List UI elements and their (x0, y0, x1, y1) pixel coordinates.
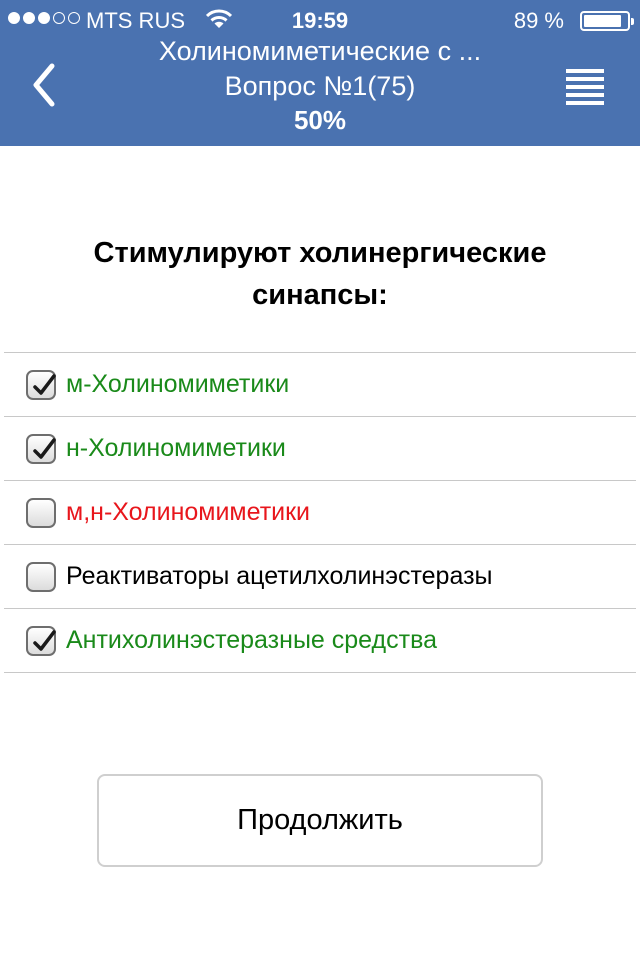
checkbox[interactable] (26, 497, 56, 528)
checkmark-icon (33, 629, 56, 651)
battery-nub (631, 18, 634, 25)
checkbox[interactable] (26, 625, 56, 656)
checkbox[interactable] (26, 369, 56, 400)
progress-percent: 50% (293, 105, 347, 135)
answer-option[interactable]: Реактиваторы ацетилхолинэстеразы (4, 545, 636, 609)
checkbox[interactable] (26, 433, 56, 464)
question-text: Стимулируют холинергические синапсы: (93, 237, 547, 311)
navigation-header: MTS RUS 19:59 89 % Холиномиметические с … (0, 0, 640, 146)
chevron-left-icon (33, 63, 55, 107)
answer-option-label: н-Холиномиметики (66, 434, 286, 462)
status-bar: MTS RUS 19:59 89 % (0, 0, 640, 40)
menu-button[interactable] (560, 66, 610, 106)
answer-option-label: м-Холиномиметики (66, 370, 290, 398)
continue-button[interactable]: Продолжить (97, 774, 543, 867)
checkmark-icon (33, 437, 56, 459)
checkmark-icon (33, 373, 56, 395)
answer-option-label: Реактиваторы ацетилхолинэстеразы (66, 562, 493, 590)
answer-option-label: м,н-Холиномиметики (66, 498, 311, 526)
answer-option[interactable]: Антихолинэстеразные средства (4, 609, 636, 673)
battery-icon (580, 11, 634, 31)
back-button[interactable] (24, 60, 68, 110)
answer-option[interactable]: м-Холиномиметики (4, 353, 636, 417)
answer-option[interactable]: м,н-Холиномиметики (4, 481, 636, 545)
answer-option-label: Антихолинэстеразные средства (66, 626, 437, 654)
page-title: Холиномиметические с ... (158, 36, 482, 66)
question-number: Вопрос №1(75) (224, 71, 416, 101)
answer-options-list: м-Холиномиметики н-Холиномиметики м,н-Хо… (4, 352, 636, 673)
hamburger-menu-icon (566, 69, 604, 105)
battery-fill (584, 15, 622, 27)
answer-option[interactable]: н-Холиномиметики (4, 417, 636, 481)
battery-percent: 89 % (513, 8, 564, 33)
checkbox[interactable] (26, 561, 56, 592)
